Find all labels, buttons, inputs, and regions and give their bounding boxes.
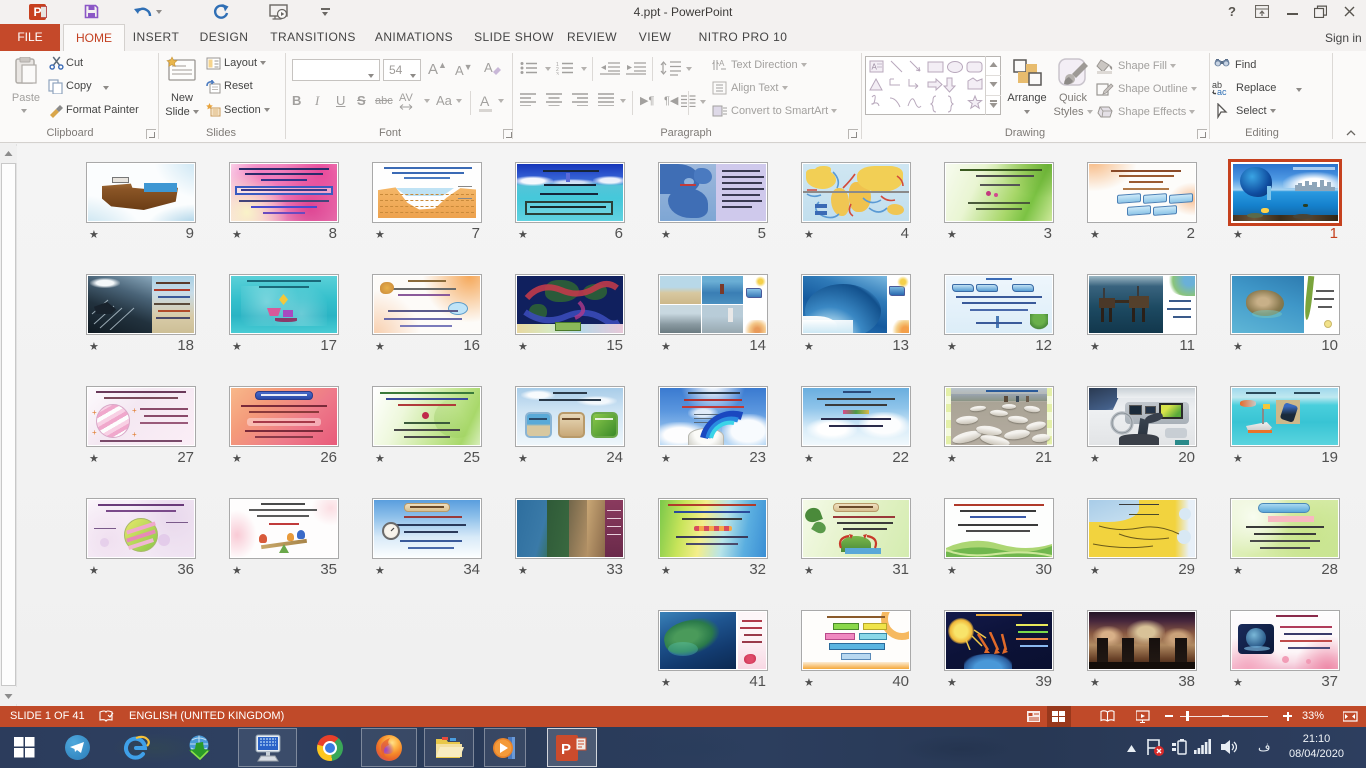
svg-text:P: P [561, 741, 571, 758]
svg-text:3: 3 [556, 72, 559, 75]
svg-text:ac: ac [1217, 87, 1227, 96]
svg-text:A: A [484, 60, 493, 75]
svg-text:A: A [872, 63, 878, 72]
svg-text:A: A [719, 59, 725, 68]
